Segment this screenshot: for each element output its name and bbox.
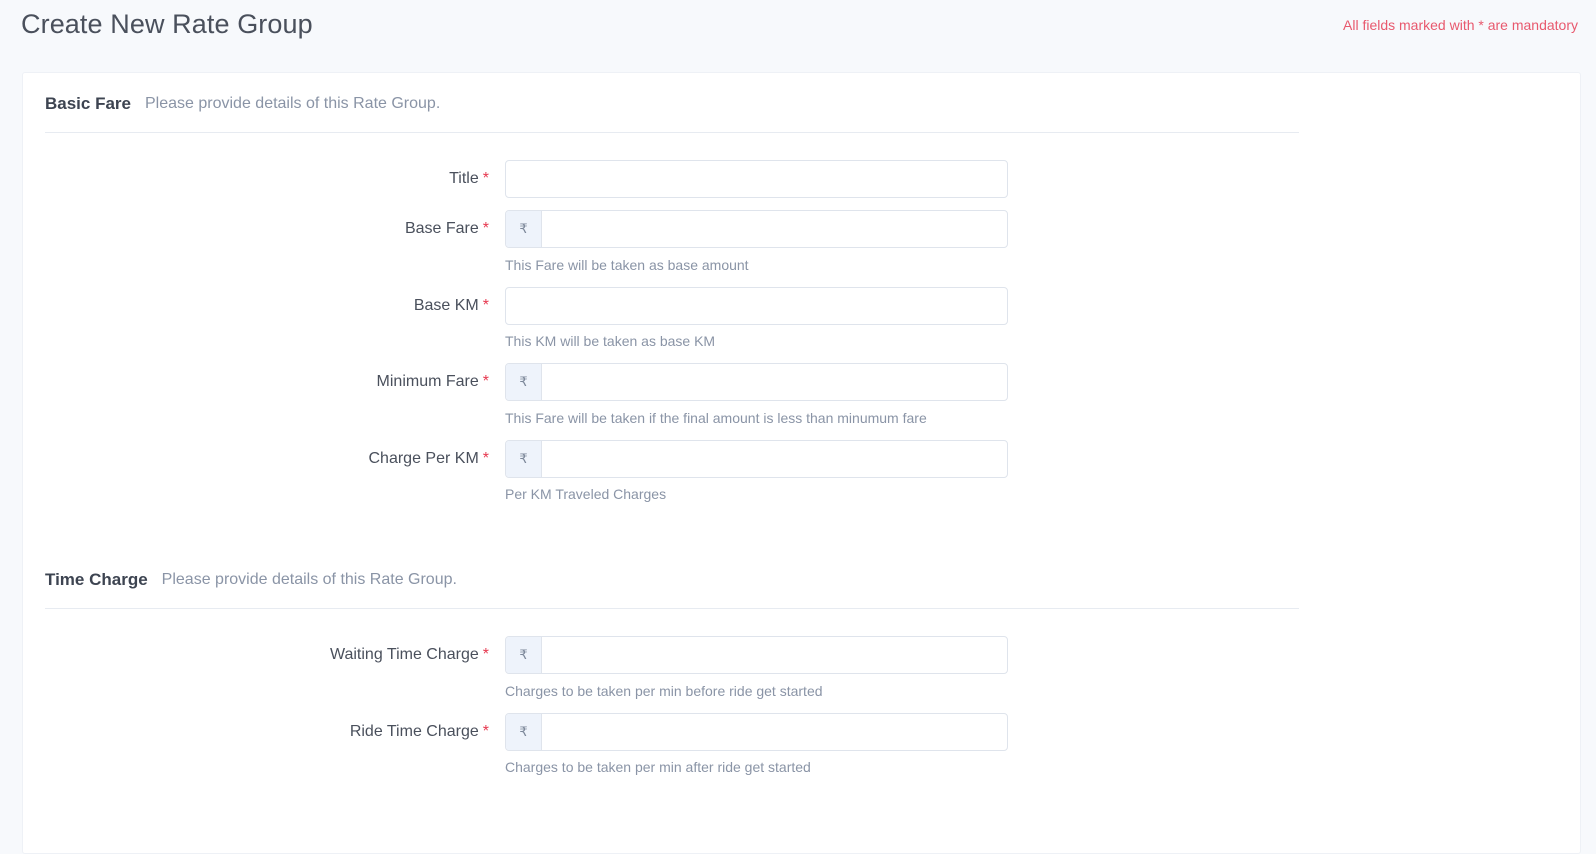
field-label-waiting-time-charge: Waiting Time Charge * <box>45 645 489 665</box>
title-input-group <box>505 160 1008 198</box>
section-subtitle: Please provide details of this Rate Grou… <box>161 570 457 588</box>
base-fare-input-group: ₹ <box>505 210 1008 248</box>
required-mark: * <box>482 450 489 467</box>
waiting-time-charge-input[interactable] <box>542 637 1007 673</box>
field-label-base-km: Base KM * <box>45 296 489 316</box>
form-card: Basic Fare Please provide details of thi… <box>22 72 1581 854</box>
required-mark: * <box>482 297 489 314</box>
rupee-icon: ₹ <box>506 211 542 247</box>
field-hint: Charges to be taken per min after ride g… <box>505 759 811 775</box>
label-text: Title <box>449 170 479 187</box>
section-title: Time Charge <box>45 569 148 589</box>
title-input[interactable] <box>506 161 1007 197</box>
waiting-time-charge-input-group: ₹ <box>505 636 1008 674</box>
label-text: Base KM <box>413 297 479 314</box>
label-text: Waiting Time Charge <box>329 646 479 663</box>
form-row-ride-time-charge: Ride Time Charge * ₹ Charges to be taken … <box>45 713 1299 779</box>
label-text: Base Fare <box>404 220 479 237</box>
form-row-base-km: Base KM * This KM will be taken as base K… <box>45 287 1299 353</box>
ride-time-charge-input-group: ₹ <box>505 713 1008 751</box>
rupee-icon: ₹ <box>506 441 542 477</box>
section-subtitle: Please provide details of this Rate Grou… <box>145 94 441 112</box>
section-time-charge: Time Charge Please provide details of th… <box>45 549 1299 779</box>
form-row-charge-per-km: Charge Per KM * ₹ Per KM Traveled Charges <box>45 440 1299 506</box>
field-hint: This Fare will be taken as base amount <box>505 257 749 273</box>
required-mark: * <box>482 373 489 390</box>
field-label-minimum-fare: Minimum Fare * <box>45 372 489 392</box>
required-mark: * <box>482 220 489 237</box>
form-row-minimum-fare: Minimum Fare * ₹ This Fare will be taken … <box>45 363 1299 429</box>
minimum-fare-input[interactable] <box>542 364 1007 400</box>
form-row-waiting-time-charge: Waiting Time Charge * ₹ Charges to be tak… <box>45 636 1299 702</box>
field-label-title: Title * <box>45 169 489 189</box>
required-mark: * <box>482 646 489 663</box>
section-header: Time Charge Please provide details of th… <box>45 549 1299 609</box>
base-km-input[interactable] <box>506 288 1007 324</box>
field-label-charge-per-km: Charge Per KM * <box>45 449 490 469</box>
charge-per-km-input-group: ₹ <box>505 440 1008 478</box>
base-fare-input[interactable] <box>542 211 1007 247</box>
charge-per-km-input[interactable] <box>542 441 1007 477</box>
rupee-icon: ₹ <box>506 714 542 750</box>
mandatory-note: All fields marked with * are mandatory <box>1343 17 1578 33</box>
label-text: Ride Time Charge <box>349 723 479 740</box>
section-header: Basic Fare Please provide details of thi… <box>45 73 1299 133</box>
field-hint: Per KM Traveled Charges <box>505 486 667 502</box>
required-mark: * <box>482 170 489 187</box>
page-title: Create New Rate Group <box>21 9 313 39</box>
label-text: Charge Per KM <box>368 450 479 467</box>
section-title: Basic Fare <box>45 93 131 113</box>
rupee-icon: ₹ <box>506 364 542 400</box>
base-km-input-group <box>505 287 1008 325</box>
rupee-icon: ₹ <box>506 637 542 673</box>
label-text: Minimum Fare <box>376 373 479 390</box>
form-row-title: Title * <box>45 160 1299 200</box>
minimum-fare-input-group: ₹ <box>505 363 1008 401</box>
required-mark: * <box>482 723 489 740</box>
field-hint: This KM will be taken as base KM <box>505 333 716 349</box>
field-hint: Charges to be taken per min before ride … <box>505 683 823 699</box>
field-label-base-fare: Base Fare * <box>45 219 489 239</box>
form-row-base-fare: Base Fare * ₹ This Fare will be taken as … <box>45 210 1299 276</box>
section-basic-fare: Basic Fare Please provide details of thi… <box>45 73 1299 543</box>
field-label-ride-time-charge: Ride Time Charge * <box>45 722 489 742</box>
field-hint: This Fare will be taken if the final amo… <box>505 410 927 426</box>
ride-time-charge-input[interactable] <box>542 714 1007 750</box>
